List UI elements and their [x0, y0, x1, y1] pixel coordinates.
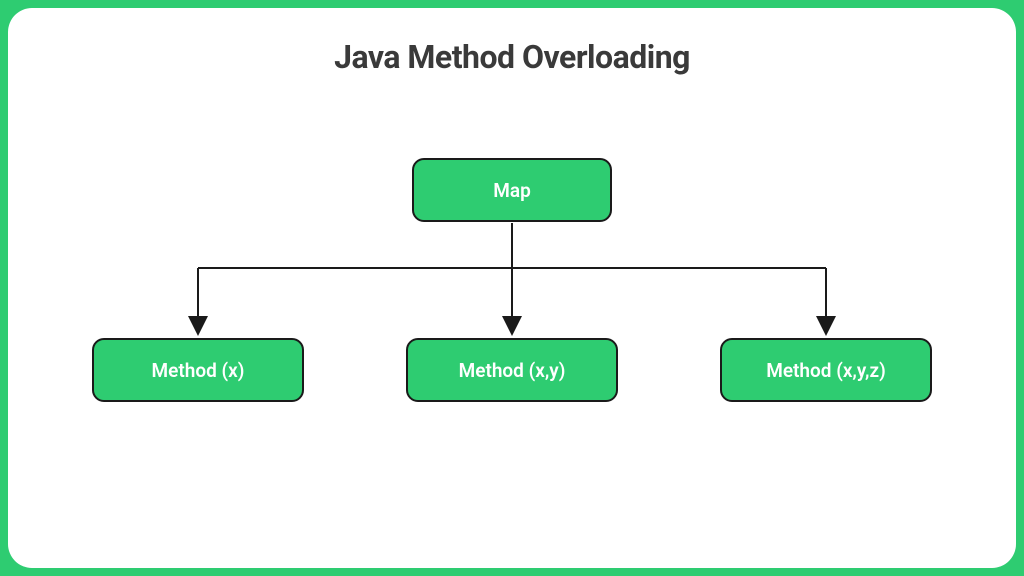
parent-node-map: Map: [412, 158, 612, 222]
child-node-label: Method (x): [152, 359, 245, 382]
child-node-method-x: Method (x): [92, 338, 304, 402]
parent-node-label: Map: [493, 179, 531, 202]
connector-lines: [8, 8, 1016, 568]
child-node-label: Method (x,y,z): [766, 359, 886, 382]
diagram-title: Java Method Overloading: [8, 38, 1016, 76]
diagram-panel: Java Method Overloading Map Method (x) M…: [8, 8, 1016, 568]
diagram-frame: Java Method Overloading Map Method (x) M…: [0, 0, 1024, 576]
child-node-label: Method (x,y): [459, 359, 566, 382]
child-node-method-xy: Method (x,y): [406, 338, 618, 402]
child-node-method-xyz: Method (x,y,z): [720, 338, 932, 402]
